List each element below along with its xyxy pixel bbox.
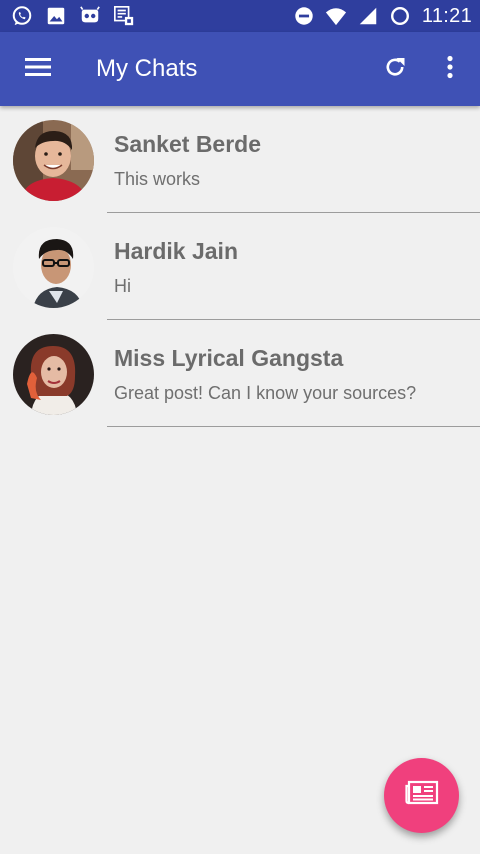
hamburger-icon <box>25 57 51 82</box>
refresh-button[interactable] <box>371 45 419 93</box>
chat-last-message: Hi <box>114 276 131 296</box>
avatar <box>13 334 94 415</box>
signal-icon <box>356 4 380 28</box>
chat-item[interactable]: Hardik Jain Hi <box>0 213 480 320</box>
page-title: My Chats <box>96 55 198 82</box>
checklist-icon <box>112 4 136 28</box>
chat-name: Miss Lyrical Gangsta <box>114 345 344 371</box>
divider <box>107 426 480 427</box>
whatsapp-icon <box>10 4 34 28</box>
chat-last-message: Great post! Can I know your sources? <box>114 383 417 403</box>
battery-icon <box>388 4 412 28</box>
status-bar: 11:21 <box>0 0 480 32</box>
newspaper-icon <box>404 780 439 811</box>
menu-button[interactable] <box>14 45 62 93</box>
status-notifications <box>10 4 136 28</box>
do-not-disturb-icon <box>292 4 316 28</box>
more-options-button[interactable] <box>426 45 474 93</box>
chat-item[interactable]: Miss Lyrical Gangsta Great post! Can I k… <box>0 320 480 427</box>
avatar <box>13 227 94 308</box>
refresh-icon <box>383 55 407 84</box>
chat-name: Sanket Berde <box>114 131 262 157</box>
image-icon <box>44 4 68 28</box>
avatar <box>13 120 94 201</box>
wifi-icon <box>324 4 348 28</box>
new-post-fab[interactable] <box>384 758 459 833</box>
app-bar: My Chats <box>0 32 480 106</box>
status-time: 11:21 <box>421 4 472 27</box>
chat-last-message: This works <box>114 169 201 189</box>
cyanogen-icon <box>78 4 102 28</box>
status-system: 11:21 <box>292 4 472 28</box>
chat-name: Hardik Jain <box>114 238 238 264</box>
phone-screen: 11:21 My Chats Sanket Berde This works H… <box>0 0 480 854</box>
chat-item[interactable]: Sanket Berde This works <box>0 106 480 213</box>
chat-list: Sanket Berde This works Hardik Jain Hi M… <box>0 106 480 427</box>
more-vert-icon <box>446 55 454 84</box>
